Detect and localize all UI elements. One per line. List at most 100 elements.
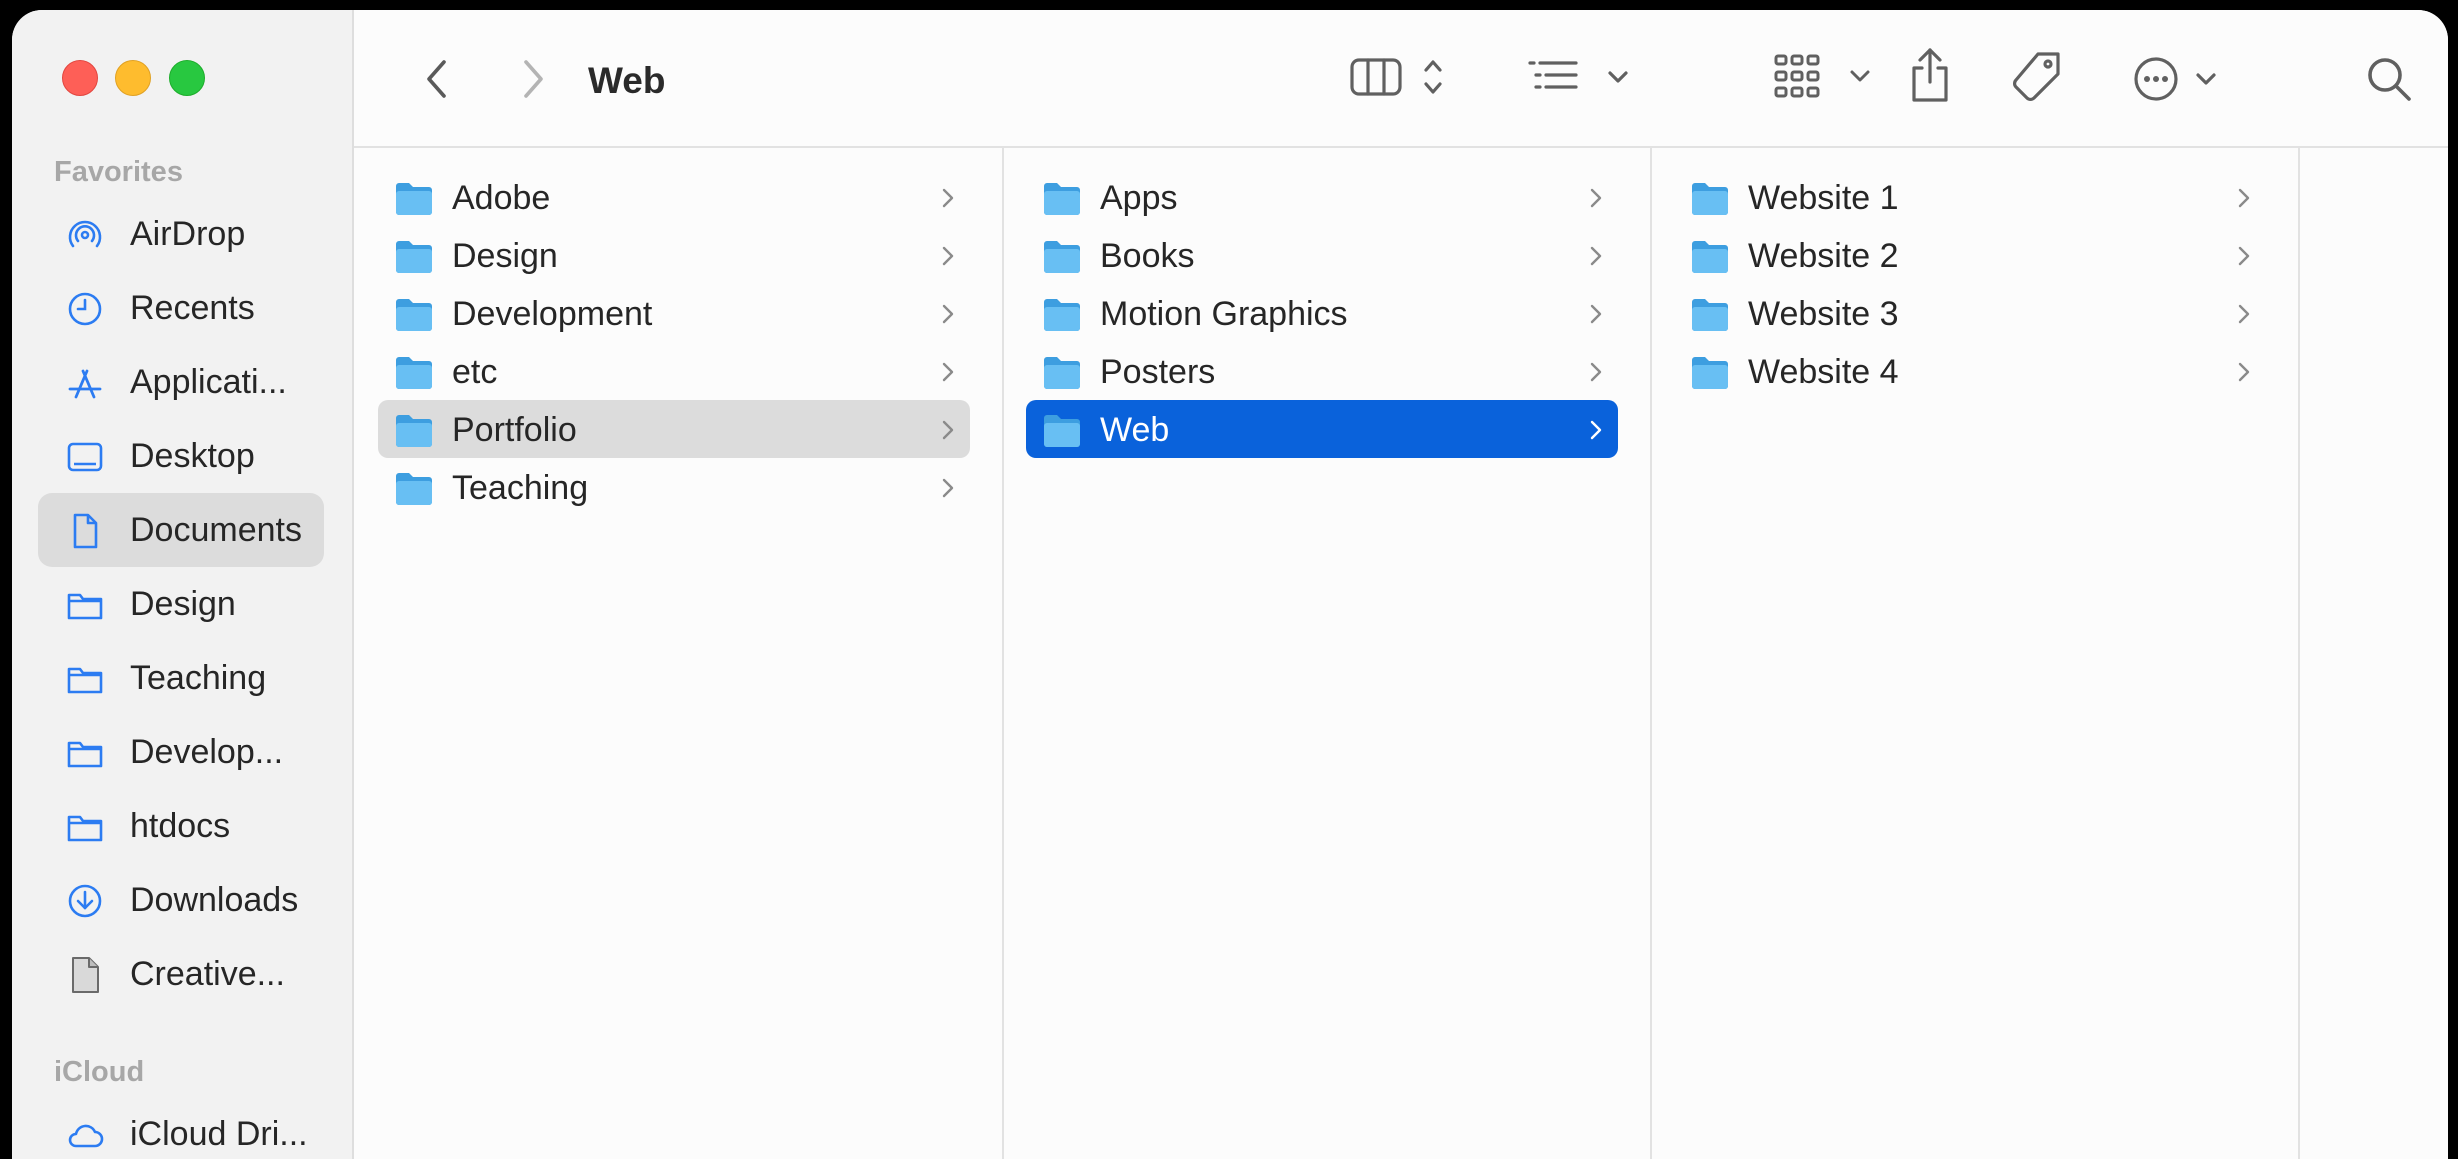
sidebar-item-label: Teaching bbox=[130, 659, 267, 697]
folder-icon bbox=[394, 412, 434, 448]
folder-row[interactable]: Books bbox=[1026, 226, 1618, 284]
sidebar-item-label: Recents bbox=[130, 289, 255, 327]
sidebar-item-label: Downloads bbox=[130, 881, 299, 919]
folder-row[interactable]: Apps bbox=[1026, 168, 1618, 226]
folder-icon bbox=[1042, 180, 1082, 216]
folder-icon bbox=[1042, 412, 1082, 448]
folder-label: Portfolio bbox=[452, 411, 577, 449]
folder-label: Development bbox=[452, 295, 653, 333]
forward-chevron-icon[interactable] bbox=[520, 58, 546, 100]
folder-row[interactable]: Posters bbox=[1026, 342, 1618, 400]
folder-label: Website 2 bbox=[1748, 237, 1899, 275]
zoom-window-button[interactable] bbox=[169, 60, 205, 96]
clock-icon bbox=[66, 291, 104, 327]
back-chevron-icon[interactable] bbox=[424, 58, 450, 100]
sidebar-item-htdocs[interactable]: htdocs bbox=[38, 789, 324, 863]
folder-icon bbox=[1690, 354, 1730, 390]
folder-label: Design bbox=[452, 237, 558, 275]
toolbar: Web bbox=[354, 10, 2448, 148]
sidebar-item-icloud-drive[interactable]: iCloud Dri... bbox=[38, 1097, 324, 1159]
chevron-right-icon bbox=[2238, 246, 2250, 266]
folder-row[interactable]: Adobe bbox=[378, 168, 970, 226]
document-icon bbox=[66, 513, 104, 549]
column-3: Website 1 Website 2 Website 3 Website 4 bbox=[1650, 148, 2300, 1159]
folder-icon bbox=[394, 354, 434, 390]
window-title: Web bbox=[588, 60, 666, 101]
folder-outline-icon bbox=[66, 661, 104, 697]
sidebar-item-desktop[interactable]: Desktop bbox=[38, 419, 324, 493]
file-icon bbox=[66, 957, 104, 993]
folder-outline-icon bbox=[66, 735, 104, 771]
folder-label: Web bbox=[1100, 411, 1170, 449]
folder-row-selected[interactable]: Portfolio bbox=[378, 400, 970, 458]
sidebar-item-downloads[interactable]: Downloads bbox=[38, 863, 324, 937]
minimize-window-button[interactable] bbox=[115, 60, 151, 96]
folder-label: Books bbox=[1100, 237, 1195, 275]
chevron-right-icon bbox=[2238, 304, 2250, 324]
finder-window: Favorites AirDrop Recents Applicati... D… bbox=[12, 10, 2448, 1159]
folder-row[interactable]: Website 1 bbox=[1674, 168, 2266, 226]
folder-row[interactable]: Design bbox=[378, 226, 970, 284]
folder-row[interactable]: etc bbox=[378, 342, 970, 400]
folder-row[interactable]: Website 4 bbox=[1674, 342, 2266, 400]
sidebar-item-label: Documents bbox=[130, 511, 302, 549]
desktop-icon bbox=[66, 439, 104, 475]
folder-row[interactable]: Development bbox=[378, 284, 970, 342]
columns-view-icon[interactable] bbox=[1348, 54, 1452, 100]
chevron-right-icon bbox=[1590, 304, 1602, 324]
sidebar-item-documents[interactable]: Documents bbox=[38, 493, 324, 567]
chevron-right-icon bbox=[942, 304, 954, 324]
folder-label: Teaching bbox=[452, 469, 589, 507]
folder-label: Posters bbox=[1100, 353, 1216, 391]
sidebar-item-applications[interactable]: Applicati... bbox=[38, 345, 324, 419]
folder-label: etc bbox=[452, 353, 498, 391]
sidebar: Favorites AirDrop Recents Applicati... D… bbox=[12, 10, 354, 1159]
sidebar-item-airdrop[interactable]: AirDrop bbox=[38, 197, 324, 271]
column-4-empty bbox=[2298, 148, 2448, 1159]
close-window-button[interactable] bbox=[62, 60, 98, 96]
sidebar-item-creative[interactable]: Creative... bbox=[38, 937, 324, 1011]
download-icon bbox=[66, 883, 104, 919]
list-group-icon[interactable] bbox=[1526, 56, 1636, 98]
folder-label: Website 1 bbox=[1748, 179, 1899, 217]
share-icon[interactable] bbox=[1908, 46, 1952, 104]
folder-label: Website 4 bbox=[1748, 353, 1899, 391]
chevron-right-icon bbox=[2238, 188, 2250, 208]
sidebar-item-label: htdocs bbox=[130, 807, 231, 845]
folder-icon bbox=[394, 238, 434, 274]
folder-row-selected[interactable]: Web bbox=[1026, 400, 1618, 458]
icon-grid-icon[interactable] bbox=[1772, 52, 1878, 100]
sidebar-item-recents[interactable]: Recents bbox=[38, 271, 324, 345]
folder-row[interactable]: Motion Graphics bbox=[1026, 284, 1618, 342]
sidebar-item-development[interactable]: Develop... bbox=[38, 715, 324, 789]
chevron-right-icon bbox=[942, 362, 954, 382]
folder-icon bbox=[1690, 180, 1730, 216]
sidebar-item-label: Desktop bbox=[130, 437, 255, 475]
folder-icon bbox=[394, 180, 434, 216]
folder-label: Website 3 bbox=[1748, 295, 1899, 333]
folder-icon bbox=[1690, 238, 1730, 274]
sidebar-item-label: Applicati... bbox=[130, 363, 287, 401]
chevron-right-icon bbox=[942, 246, 954, 266]
chevron-right-icon bbox=[942, 478, 954, 498]
folder-icon bbox=[394, 470, 434, 506]
folder-icon bbox=[1690, 296, 1730, 332]
sidebar-item-label: iCloud Dri... bbox=[130, 1115, 308, 1153]
folder-row[interactable]: Website 3 bbox=[1674, 284, 2266, 342]
tag-icon[interactable] bbox=[2008, 50, 2064, 106]
folder-icon bbox=[1042, 238, 1082, 274]
folder-label: Motion Graphics bbox=[1100, 295, 1348, 333]
search-icon[interactable] bbox=[2364, 54, 2414, 104]
column-1: Adobe Design Development etc Portfolio T… bbox=[354, 148, 1004, 1159]
sidebar-item-design[interactable]: Design bbox=[38, 567, 324, 641]
applications-icon bbox=[66, 365, 104, 401]
sidebar-item-teaching[interactable]: Teaching bbox=[38, 641, 324, 715]
folder-row[interactable]: Website 2 bbox=[1674, 226, 2266, 284]
sidebar-item-label: AirDrop bbox=[130, 215, 246, 253]
chevron-right-icon bbox=[2238, 362, 2250, 382]
sidebar-item-label: Design bbox=[130, 585, 236, 623]
folder-row[interactable]: Teaching bbox=[378, 458, 970, 516]
ellipsis-circle-icon[interactable] bbox=[2132, 54, 2222, 104]
column-2: Apps Books Motion Graphics Posters Web bbox=[1002, 148, 1652, 1159]
cloud-icon bbox=[66, 1117, 104, 1153]
